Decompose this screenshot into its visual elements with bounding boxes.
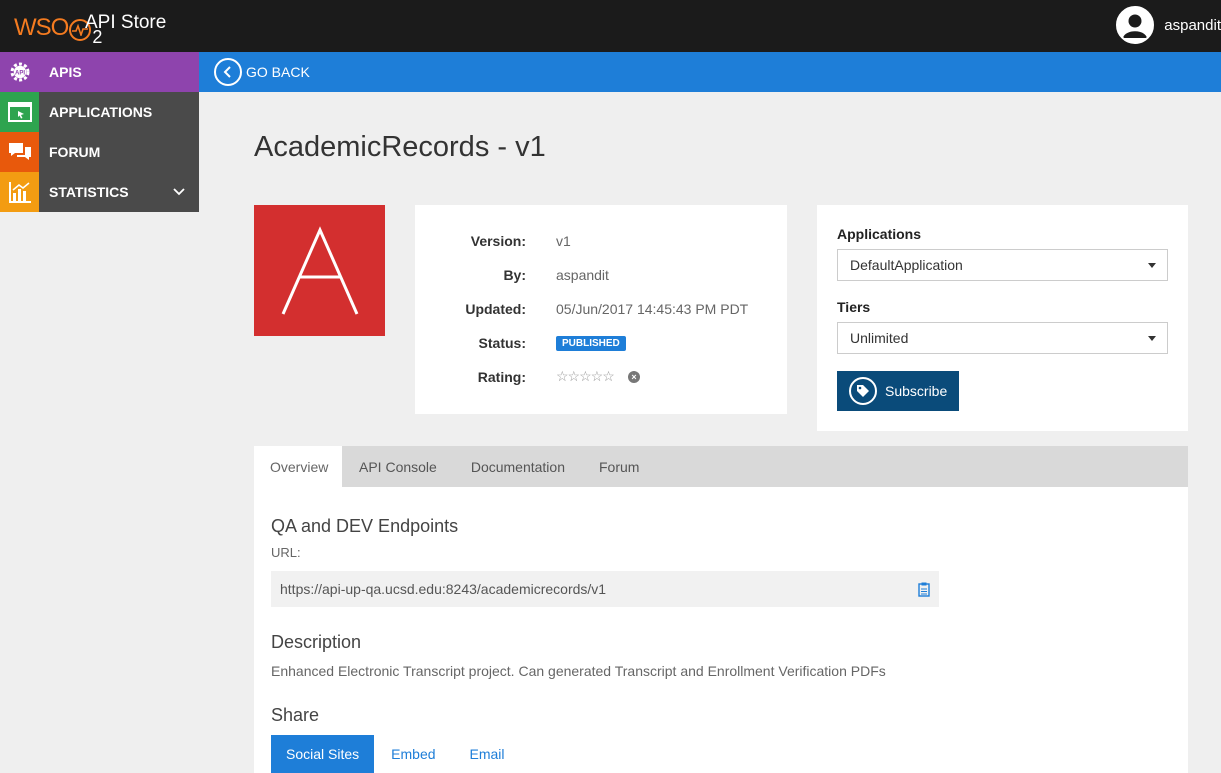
sidebar-item-statistics[interactable]: STATISTICS xyxy=(0,172,199,212)
status-row: Status: PUBLISHED xyxy=(415,335,787,355)
version-row: Version: v1 xyxy=(415,233,787,253)
url-value: https://api-up-qa.ucsd.edu:8243/academic… xyxy=(280,581,607,597)
updated-value: 05/Jun/2017 14:45:43 PM PDT xyxy=(556,301,749,317)
version-value: v1 xyxy=(556,233,571,249)
tab-overview[interactable]: Overview xyxy=(254,446,342,487)
sidebar-item-applications[interactable]: APPLICATIONS xyxy=(0,92,199,132)
subscribe-button[interactable]: Subscribe xyxy=(837,371,959,411)
svg-text:API: API xyxy=(14,71,24,77)
dropdown-caret-icon xyxy=(1148,263,1156,268)
app-title: API Store xyxy=(85,12,167,33)
rating-key: Rating: xyxy=(477,369,526,385)
sidebar-item-label: FORUM xyxy=(49,144,101,160)
tiers-selected-value: Unlimited xyxy=(850,330,909,346)
tiers-select[interactable]: Unlimited xyxy=(837,322,1168,354)
clipboard-copy-icon[interactable] xyxy=(918,582,930,600)
rating-row: Rating: ☆☆☆☆☆ × xyxy=(415,368,787,389)
url-field[interactable]: https://api-up-qa.ucsd.edu:8243/academic… xyxy=(271,571,939,607)
api-thumbnail xyxy=(254,205,385,336)
tab-api-console[interactable]: API Console xyxy=(342,446,454,487)
sidebar-item-label: STATISTICS xyxy=(49,184,129,200)
username[interactable]: aspandit xyxy=(1164,17,1221,34)
description-title: Description xyxy=(271,632,362,652)
applications-select[interactable]: DefaultApplication xyxy=(837,249,1168,281)
user-menu[interactable]: aspandit xyxy=(1116,6,1221,44)
by-key: By: xyxy=(503,267,526,283)
version-key: Version: xyxy=(470,233,526,249)
tiers-label: Tiers xyxy=(837,299,871,315)
url-label: URL: xyxy=(271,545,301,560)
status-key: Status: xyxy=(478,335,526,351)
share-tab-email[interactable]: Email xyxy=(453,735,522,773)
tag-icon xyxy=(849,377,877,405)
endpoints-title: QA and DEV Endpoints xyxy=(271,516,459,536)
updated-key: Updated: xyxy=(465,301,526,317)
api-info-card: Version: v1 By: aspandit Updated: 05/Jun… xyxy=(415,205,787,414)
share-tabs: Social Sites Embed Email xyxy=(271,735,522,773)
bar-chart-icon xyxy=(0,172,39,212)
tab-forum[interactable]: Forum xyxy=(582,446,656,487)
dropdown-caret-icon xyxy=(1148,336,1156,341)
by-row: By: aspandit xyxy=(415,267,787,287)
application-window-icon xyxy=(0,92,39,132)
by-value: aspandit xyxy=(556,267,609,283)
overview-panel: QA and DEV Endpoints URL: https://api-up… xyxy=(254,487,1188,773)
updated-row: Updated: 05/Jun/2017 14:45:43 PM PDT xyxy=(415,301,787,321)
subscription-card: Applications DefaultApplication Tiers Un… xyxy=(817,205,1188,431)
share-title: Share xyxy=(271,705,320,725)
go-back-link[interactable]: GO BACK xyxy=(246,64,310,80)
tab-documentation[interactable]: Documentation xyxy=(454,446,582,487)
sidebar-item-forum[interactable]: FORUM xyxy=(0,132,199,172)
back-arrow-icon[interactable] xyxy=(214,58,242,86)
share-tab-social-sites[interactable]: Social Sites xyxy=(271,735,375,773)
applications-selected-value: DefaultApplication xyxy=(850,257,963,273)
thumbnail-letter-a xyxy=(281,225,358,315)
navigation-bar: GO BACK xyxy=(199,52,1221,92)
sidebar: API APIS APPLICATIONS FORUM STATISTICS xyxy=(0,52,199,212)
chevron-down-icon[interactable] xyxy=(173,184,185,202)
chat-bubbles-icon xyxy=(0,132,39,172)
sidebar-item-apis[interactable]: API APIS xyxy=(0,52,199,92)
rating-stars[interactable]: ☆☆☆☆☆ xyxy=(556,368,615,385)
logo-text: WSO xyxy=(14,14,69,41)
top-bar: WSO 2 API Store aspandit xyxy=(0,0,1221,52)
user-avatar-icon[interactable] xyxy=(1116,6,1155,44)
status-badge: PUBLISHED xyxy=(556,336,626,351)
sidebar-item-label: APIS xyxy=(49,64,82,80)
clear-rating-icon[interactable]: × xyxy=(628,371,640,383)
sidebar-item-label: APPLICATIONS xyxy=(49,104,153,120)
api-gear-icon: API xyxy=(0,52,39,92)
applications-label: Applications xyxy=(837,226,922,242)
page-title: AcademicRecords - v1 xyxy=(254,131,546,163)
subscribe-label: Subscribe xyxy=(885,383,948,399)
api-tabs: Overview API Console Documentation Forum xyxy=(254,446,1188,487)
description-text: Enhanced Electronic Transcript project. … xyxy=(271,663,886,679)
share-tab-embed[interactable]: Embed xyxy=(374,735,452,773)
